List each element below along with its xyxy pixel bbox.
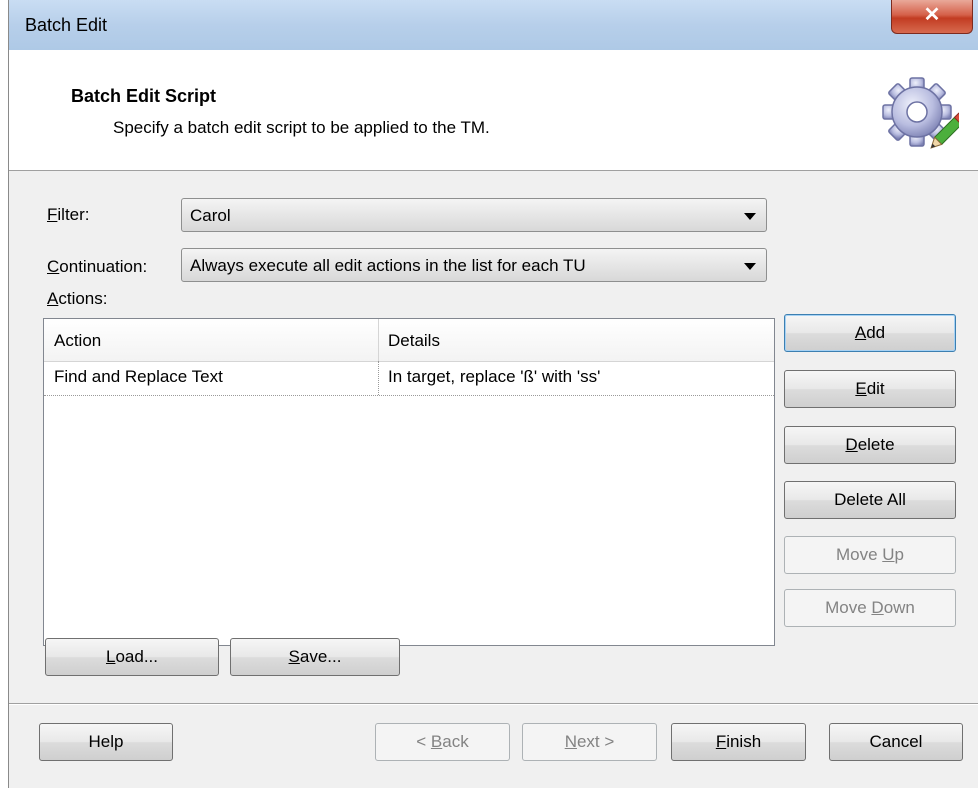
list-item[interactable]: Find and Replace Text In target, replace…: [44, 361, 774, 396]
load-button[interactable]: Load...: [45, 638, 219, 676]
column-header-details[interactable]: Details: [388, 331, 440, 351]
close-button[interactable]: ✕: [891, 0, 973, 34]
batch-edit-window: Batch Edit ✕ Batch Edit Script Specify a…: [8, 0, 978, 788]
wizard-body: Filter: Carol Continuation: Always execu…: [9, 171, 978, 788]
list-header: Action Details: [44, 319, 774, 362]
move-up-button[interactable]: Move Up: [784, 536, 956, 574]
cancel-button[interactable]: Cancel: [829, 723, 963, 761]
details-cell: In target, replace 'ß' with 'ss': [388, 367, 601, 386]
add-button[interactable]: Add: [784, 314, 956, 352]
wizard-header: Batch Edit Script Specify a batch edit s…: [9, 50, 978, 171]
footer-separator: [9, 703, 978, 705]
continuation-label: Continuation:: [47, 257, 148, 276]
close-icon: ✕: [923, 4, 941, 26]
action-cell: Find and Replace Text: [54, 367, 223, 386]
continuation-value: Always execute all edit actions in the l…: [190, 256, 586, 275]
filter-value: Carol: [190, 206, 231, 225]
delete-button[interactable]: Delete: [784, 426, 956, 464]
help-button[interactable]: Help: [39, 723, 173, 761]
edit-button[interactable]: Edit: [784, 370, 956, 408]
chevron-down-icon: [744, 213, 756, 220]
move-down-button[interactable]: Move Down: [784, 589, 956, 627]
page-title: Batch Edit Script: [71, 86, 217, 106]
page-subtitle: Specify a batch edit script to be applie…: [113, 118, 490, 137]
continuation-dropdown[interactable]: Always execute all edit actions in the l…: [181, 248, 767, 282]
title-bar: Batch Edit ✕: [9, 0, 978, 51]
window-title: Batch Edit: [25, 15, 108, 35]
actions-list[interactable]: Action Details Find and Replace Text In …: [43, 318, 775, 646]
actions-label: Actions:: [47, 289, 108, 308]
column-divider[interactable]: [378, 319, 379, 361]
delete-all-button[interactable]: Delete All: [784, 481, 956, 519]
column-header-action[interactable]: Action: [54, 331, 101, 351]
finish-button[interactable]: Finish: [671, 723, 806, 761]
cell-divider: [378, 361, 379, 395]
filter-dropdown[interactable]: Carol: [181, 198, 767, 232]
chevron-down-icon: [744, 263, 756, 270]
gear-pencil-icon: [879, 72, 967, 160]
filter-label: Filter:: [47, 205, 90, 224]
next-button[interactable]: Next >: [522, 723, 657, 761]
back-button[interactable]: < Back: [375, 723, 510, 761]
save-button[interactable]: Save...: [230, 638, 400, 676]
